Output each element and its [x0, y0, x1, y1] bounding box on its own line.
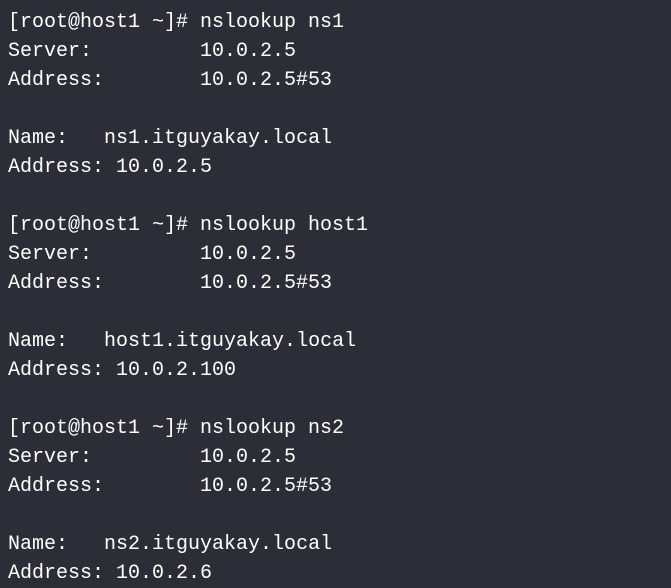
- result-address-value: 10.0.2.5: [116, 156, 212, 179]
- address-port-line: Address: 10.0.2.5#53: [8, 269, 663, 298]
- prompt-line[interactable]: [root@host1 ~]# nslookup ns1: [8, 8, 663, 37]
- server-line: Server: 10.0.2.5: [8, 37, 663, 66]
- terminal-output: [root@host1 ~]# nslookup ns1 Server: 10.…: [8, 8, 663, 588]
- result-address-line: Address: 10.0.2.100: [8, 356, 663, 385]
- prompt-prefix: [root@host1 ~]#: [8, 214, 200, 237]
- blank-line: [8, 298, 663, 327]
- result-address-label: Address:: [8, 359, 116, 382]
- result-address-value: 10.0.2.100: [116, 359, 236, 382]
- server-line: Server: 10.0.2.5: [8, 240, 663, 269]
- blank-line: [8, 95, 663, 124]
- result-address-line: Address: 10.0.2.6: [8, 559, 663, 588]
- prompt-prefix: [root@host1 ~]#: [8, 417, 200, 440]
- server-label: Server:: [8, 40, 92, 63]
- result-address-line: Address: 10.0.2.5: [8, 153, 663, 182]
- name-label: Name:: [8, 127, 68, 150]
- name-line: Name: ns2.itguyakay.local: [8, 530, 663, 559]
- server-value: 10.0.2.5: [200, 40, 296, 63]
- address-port-line: Address: 10.0.2.5#53: [8, 66, 663, 95]
- command-text: nslookup ns2: [200, 417, 344, 440]
- address-port-line: Address: 10.0.2.5#53: [8, 472, 663, 501]
- address-label: Address:: [8, 69, 104, 92]
- command-text: nslookup host1: [200, 214, 368, 237]
- server-label: Server:: [8, 446, 92, 469]
- prompt-prefix: [root@host1 ~]#: [8, 11, 200, 34]
- name-value: host1.itguyakay.local: [104, 330, 356, 353]
- server-value: 10.0.2.5: [200, 446, 296, 469]
- server-value: 10.0.2.5: [200, 243, 296, 266]
- name-label: Name:: [8, 533, 68, 556]
- name-label: Name:: [8, 330, 68, 353]
- prompt-line[interactable]: [root@host1 ~]# nslookup host1: [8, 211, 663, 240]
- name-value: ns1.itguyakay.local: [104, 127, 332, 150]
- address-port-value: 10.0.2.5#53: [200, 475, 332, 498]
- prompt-line[interactable]: [root@host1 ~]# nslookup ns2: [8, 414, 663, 443]
- name-line: Name: ns1.itguyakay.local: [8, 124, 663, 153]
- blank-line: [8, 501, 663, 530]
- address-port-value: 10.0.2.5#53: [200, 69, 332, 92]
- blank-line: [8, 182, 663, 211]
- command-text: nslookup ns1: [200, 11, 344, 34]
- address-port-value: 10.0.2.5#53: [200, 272, 332, 295]
- blank-line: [8, 385, 663, 414]
- result-address-label: Address:: [8, 156, 116, 179]
- address-label: Address:: [8, 272, 104, 295]
- server-line: Server: 10.0.2.5: [8, 443, 663, 472]
- address-label: Address:: [8, 475, 104, 498]
- name-value: ns2.itguyakay.local: [104, 533, 332, 556]
- server-label: Server:: [8, 243, 92, 266]
- name-line: Name: host1.itguyakay.local: [8, 327, 663, 356]
